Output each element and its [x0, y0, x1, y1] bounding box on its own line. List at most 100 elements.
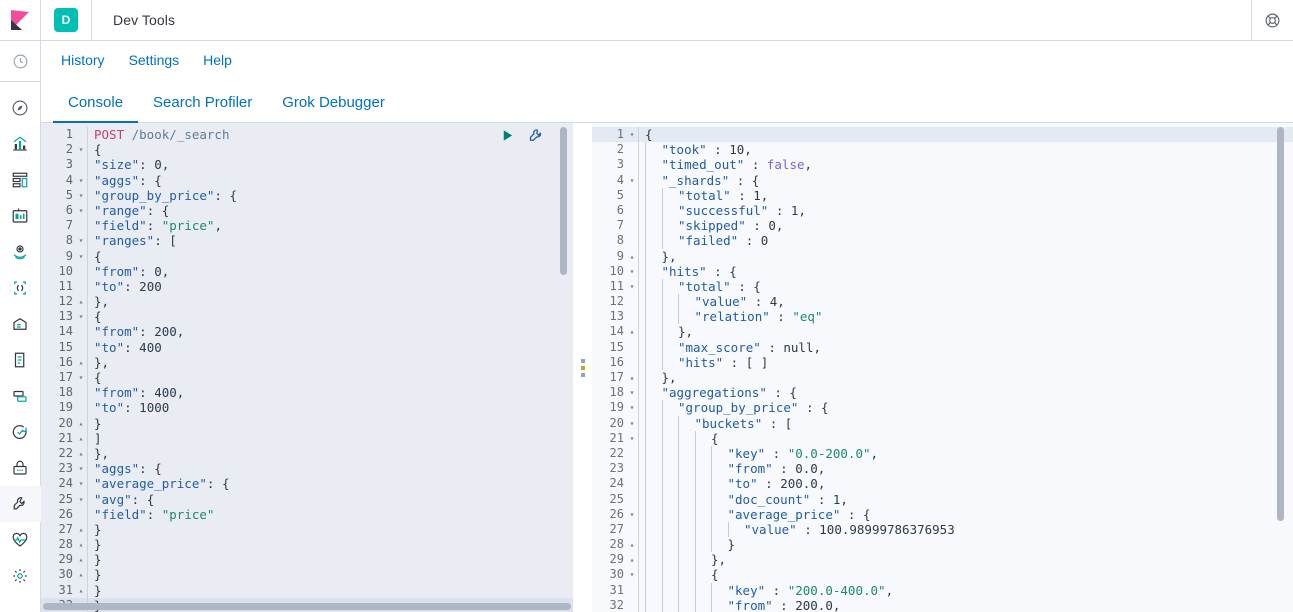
code-fold-toggle-icon[interactable]: ▾	[75, 142, 87, 157]
code-line[interactable]: 18 ▾ "aggregations" : {	[592, 385, 1293, 401]
code-line[interactable]: 20 ▾ "buckets" : [	[592, 415, 1293, 431]
code-fold-toggle-icon[interactable]: ▾	[626, 173, 638, 188]
code-line[interactable]: 3 "timed_out" : false,	[592, 157, 1293, 173]
code-fold-toggle-icon[interactable]: ▴	[626, 249, 638, 264]
code-line[interactable]: 24 "to" : 200.0,	[592, 476, 1293, 492]
code-fold-toggle-icon[interactable]: ▾	[626, 127, 638, 142]
code-line[interactable]: 23 ▾ "aggs": {	[41, 461, 573, 477]
code-line[interactable]: 7 "skipped" : 0,	[592, 218, 1293, 234]
code-line[interactable]: 5 ▾ "group_by_price": {	[41, 187, 573, 203]
monitoring-icon[interactable]	[0, 522, 41, 558]
request-horizontal-scrollbar[interactable]	[43, 603, 571, 610]
management-icon[interactable]	[0, 558, 41, 594]
infrastructure-icon[interactable]	[0, 306, 41, 342]
code-fold-toggle-icon[interactable]: ▾	[75, 188, 87, 203]
code-fold-toggle-icon[interactable]: ▾	[75, 461, 87, 476]
code-line[interactable]: 28 ▴}	[41, 537, 573, 553]
recently-viewed-icon[interactable]	[0, 41, 41, 82]
logs-icon[interactable]	[0, 342, 41, 378]
code-line[interactable]: 26 "field": "price"	[41, 506, 573, 522]
code-fold-toggle-icon[interactable]: ▴	[626, 537, 638, 552]
tab-console[interactable]: Console	[53, 94, 139, 123]
code-line[interactable]: 19 ▾ "group_by_price" : {	[592, 400, 1293, 416]
code-fold-toggle-icon[interactable]: ▴	[75, 416, 87, 431]
request-vertical-scrollbar[interactable]	[560, 127, 567, 275]
code-line[interactable]: 10 ▾ "hits" : {	[592, 263, 1293, 279]
dashboard-icon[interactable]	[0, 162, 41, 198]
code-line[interactable]: 8 ▾ "ranges": [	[41, 233, 573, 249]
code-fold-toggle-icon[interactable]: ▾	[626, 385, 638, 400]
code-line[interactable]: 2 "took" : 10,	[592, 142, 1293, 158]
code-fold-toggle-icon[interactable]: ▾	[75, 309, 87, 324]
request-code-area[interactable]: 1 POST /book/_search 2 ▾{3 "size": 0, 4 ▾ "aggs…	[41, 123, 573, 612]
code-line[interactable]: 25 "doc_count" : 1,	[592, 491, 1293, 507]
code-line[interactable]: 4 ▾ "_shards" : {	[592, 172, 1293, 188]
code-line[interactable]: 5 "total" : 1,	[592, 187, 1293, 203]
response-vertical-scrollbar[interactable]	[1277, 127, 1284, 521]
code-line[interactable]: 29 ▴}	[41, 552, 573, 568]
tab-search-profiler[interactable]: Search Profiler	[138, 94, 267, 122]
discover-icon[interactable]	[0, 90, 41, 126]
code-line[interactable]: 17 ▾ {	[41, 370, 573, 386]
security-icon[interactable]	[0, 450, 41, 486]
code-line[interactable]: 19 "to": 1000	[41, 400, 573, 416]
code-line[interactable]: 12 "value" : 4,	[592, 294, 1293, 310]
code-fold-toggle-icon[interactable]: ▾	[626, 400, 638, 415]
code-line[interactable]: 21 ▾ {	[592, 430, 1293, 446]
app-badge[interactable]: D	[54, 8, 78, 32]
code-line[interactable]: 3 "size": 0,	[41, 157, 573, 173]
kibana-logo[interactable]	[0, 0, 41, 41]
code-line[interactable]: 11 ▾ "total" : {	[592, 278, 1293, 295]
code-fold-toggle-icon[interactable]: ▴	[626, 324, 638, 339]
code-fold-toggle-icon[interactable]: ▴	[75, 355, 87, 370]
code-fold-toggle-icon[interactable]: ▾	[75, 370, 87, 385]
code-line[interactable]: 31 ▴}	[41, 582, 573, 598]
code-fold-toggle-icon[interactable]: ▾	[626, 431, 638, 446]
code-line[interactable]: 1 POST /book/_search	[41, 127, 573, 143]
code-fold-toggle-icon[interactable]: ▴	[75, 552, 87, 567]
code-line[interactable]: 29 ▴},	[592, 552, 1293, 568]
code-line[interactable]: 13 "relation" : "eq"	[592, 309, 1293, 325]
code-line[interactable]: 6 "successful" : 1,	[592, 202, 1293, 219]
run-request-play-icon[interactable]	[500, 128, 515, 143]
menu-help[interactable]: Help	[195, 48, 240, 72]
code-fold-toggle-icon[interactable]: ▾	[75, 476, 87, 491]
code-line[interactable]: 2 ▾ {	[41, 142, 573, 158]
machine-learning-icon[interactable]	[0, 270, 41, 306]
code-fold-toggle-icon[interactable]: ▴	[75, 431, 87, 446]
menu-settings[interactable]: Settings	[121, 48, 188, 72]
code-line[interactable]: 9 ▴},	[592, 248, 1293, 264]
code-line[interactable]: 11 "to": 200	[41, 278, 573, 295]
code-line[interactable]: 32 "from" : 200.0,	[592, 597, 1293, 612]
code-line[interactable]: 13 ▾ {	[41, 309, 573, 325]
code-fold-toggle-icon[interactable]: ▾	[75, 249, 87, 264]
menu-history[interactable]: History	[53, 48, 113, 72]
code-fold-toggle-icon[interactable]: ▴	[75, 537, 87, 552]
tab-grok-debugger[interactable]: Grok Debugger	[267, 94, 400, 122]
code-line[interactable]: 26 ▾ "average_price" : {	[592, 506, 1293, 522]
dev-tools-icon[interactable]	[0, 486, 41, 522]
code-line[interactable]: 6 ▾ "range": {	[41, 202, 573, 219]
visualize-icon[interactable]	[0, 126, 41, 162]
code-fold-toggle-icon[interactable]: ▾	[75, 173, 87, 188]
request-options-wrench-icon[interactable]	[528, 128, 543, 143]
code-line[interactable]: 18 "from": 400,	[41, 385, 573, 401]
panel-resizer[interactable]	[574, 123, 592, 612]
code-fold-toggle-icon[interactable]: ▾	[626, 279, 638, 294]
code-line[interactable]: 25 ▾ "avg": {	[41, 491, 573, 507]
code-fold-toggle-icon[interactable]: ▾	[75, 233, 87, 248]
code-fold-toggle-icon[interactable]: ▴	[75, 522, 87, 537]
code-line[interactable]: 30 ▾ {	[592, 567, 1293, 583]
code-line[interactable]: 7 "field": "price",	[41, 218, 573, 234]
code-line[interactable]: 27 ▴}	[41, 521, 573, 538]
code-line[interactable]: 14 ▴},	[592, 324, 1293, 340]
code-line[interactable]: 27 "value" : 100.98999786376953	[592, 521, 1293, 538]
code-line[interactable]: 16 "hits" : [ ]	[592, 354, 1293, 370]
code-fold-toggle-icon[interactable]: ▾	[626, 416, 638, 431]
code-fold-toggle-icon[interactable]: ▾	[626, 264, 638, 279]
code-fold-toggle-icon[interactable]: ▴	[75, 446, 87, 461]
code-line[interactable]: 15 "to": 400	[41, 339, 573, 355]
uptime-icon[interactable]	[0, 414, 41, 450]
code-line[interactable]: 31 "key" : "200.0-400.0",	[592, 582, 1293, 598]
code-fold-toggle-icon[interactable]: ▾	[626, 567, 638, 582]
